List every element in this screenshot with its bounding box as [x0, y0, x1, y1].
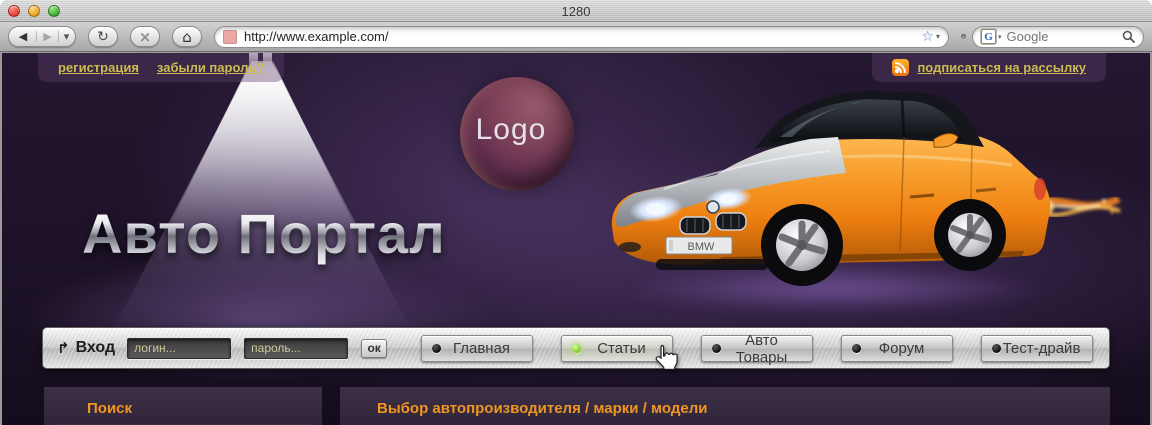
bookmark-star-icon[interactable]: ☆ [921, 29, 934, 45]
front-wheel [761, 204, 843, 286]
title-bar[interactable]: 1280 [0, 0, 1152, 22]
engine-dropdown-icon[interactable]: ▾ [998, 33, 1002, 41]
subscribe-badge: подписаться на рассылку [872, 53, 1106, 82]
webpage-viewport: регистрация забыли пароль? подписаться н… [2, 53, 1150, 425]
site-title: Авто Портал [82, 202, 446, 265]
login-arrow-icon: ↱ [57, 339, 70, 357]
rss-icon[interactable] [892, 59, 910, 76]
login-label: Вход [75, 339, 116, 356]
site-favicon [223, 29, 237, 44]
svg-text:BMW: BMW [688, 241, 716, 253]
bookmark-dropdown-icon[interactable]: ▾ [936, 32, 940, 41]
history-dropdown-icon[interactable]: ▾ [58, 31, 74, 42]
hand-cursor [655, 344, 678, 370]
register-link[interactable]: регистрация [58, 60, 139, 75]
car-selector-title: Выбор автопроизводителя / марки / модели [377, 400, 708, 417]
toolbar-divider-dot [961, 34, 966, 39]
car-selector-panel: Выбор автопроизводителя / марки / модели [340, 387, 1110, 425]
rear-wheel [934, 199, 1006, 271]
nav-dot-icon [712, 344, 721, 353]
history-nav-group: ◀ ▶ ▾ [8, 26, 76, 47]
nav-button-auto-goods[interactable]: Авто Товары [701, 332, 813, 366]
forward-button[interactable]: ▶ [36, 31, 58, 42]
nav-dot-icon [432, 344, 441, 353]
url-input[interactable] [244, 29, 922, 44]
hero-car-image: BMW [611, 91, 1121, 286]
site-logo[interactable]: Logo [460, 77, 574, 191]
login-input[interactable] [127, 337, 232, 359]
password-input[interactable] [244, 337, 349, 359]
nav-button-forum[interactable]: Форум [841, 335, 953, 362]
subscribe-link[interactable]: подписаться на рассылку [917, 60, 1086, 75]
web-search-input[interactable] [1006, 29, 1122, 44]
account-links-badge: регистрация забыли пароль? [38, 53, 285, 82]
search-bar[interactable]: G ▾ [972, 25, 1144, 48]
back-button[interactable]: ◀ [10, 31, 36, 42]
search-panel: Поиск [44, 387, 322, 425]
nav-button-test-drive[interactable]: Тест-драйв [981, 335, 1093, 362]
search-panel-title: Поиск [87, 400, 133, 417]
home-button[interactable]: ⌂ [172, 26, 202, 47]
browser-toolbar: ◀ ▶ ▾ ↻ × ⌂ ☆ ▾ G ▾ [0, 22, 1152, 52]
nav-dot-icon [992, 344, 1001, 353]
license-plate: BMW [665, 236, 733, 255]
reload-button[interactable]: ↻ [88, 26, 118, 47]
stop-button[interactable]: × [130, 26, 160, 47]
login-ok-button[interactable]: ок [361, 338, 388, 358]
browser-window: 1280 ◀ ▶ ▾ ↻ × ⌂ ☆ ▾ G ▾ [0, 0, 1152, 425]
logo-text: Logo [475, 113, 547, 146]
google-engine-icon[interactable]: G [980, 28, 997, 45]
forgot-password-link[interactable]: забыли пароль? [157, 60, 264, 75]
magnifier-icon [1122, 30, 1135, 43]
nav-button-home[interactable]: Главная [421, 335, 533, 362]
window-title: 1280 [561, 4, 591, 19]
main-navigation-bar: ↱ Вход ок Главная Статьи Авто Товары Фор… [42, 327, 1110, 369]
nav-dot-icon-active [572, 344, 581, 353]
address-bar[interactable]: ☆ ▾ [214, 25, 949, 48]
nav-dot-icon [852, 344, 861, 353]
